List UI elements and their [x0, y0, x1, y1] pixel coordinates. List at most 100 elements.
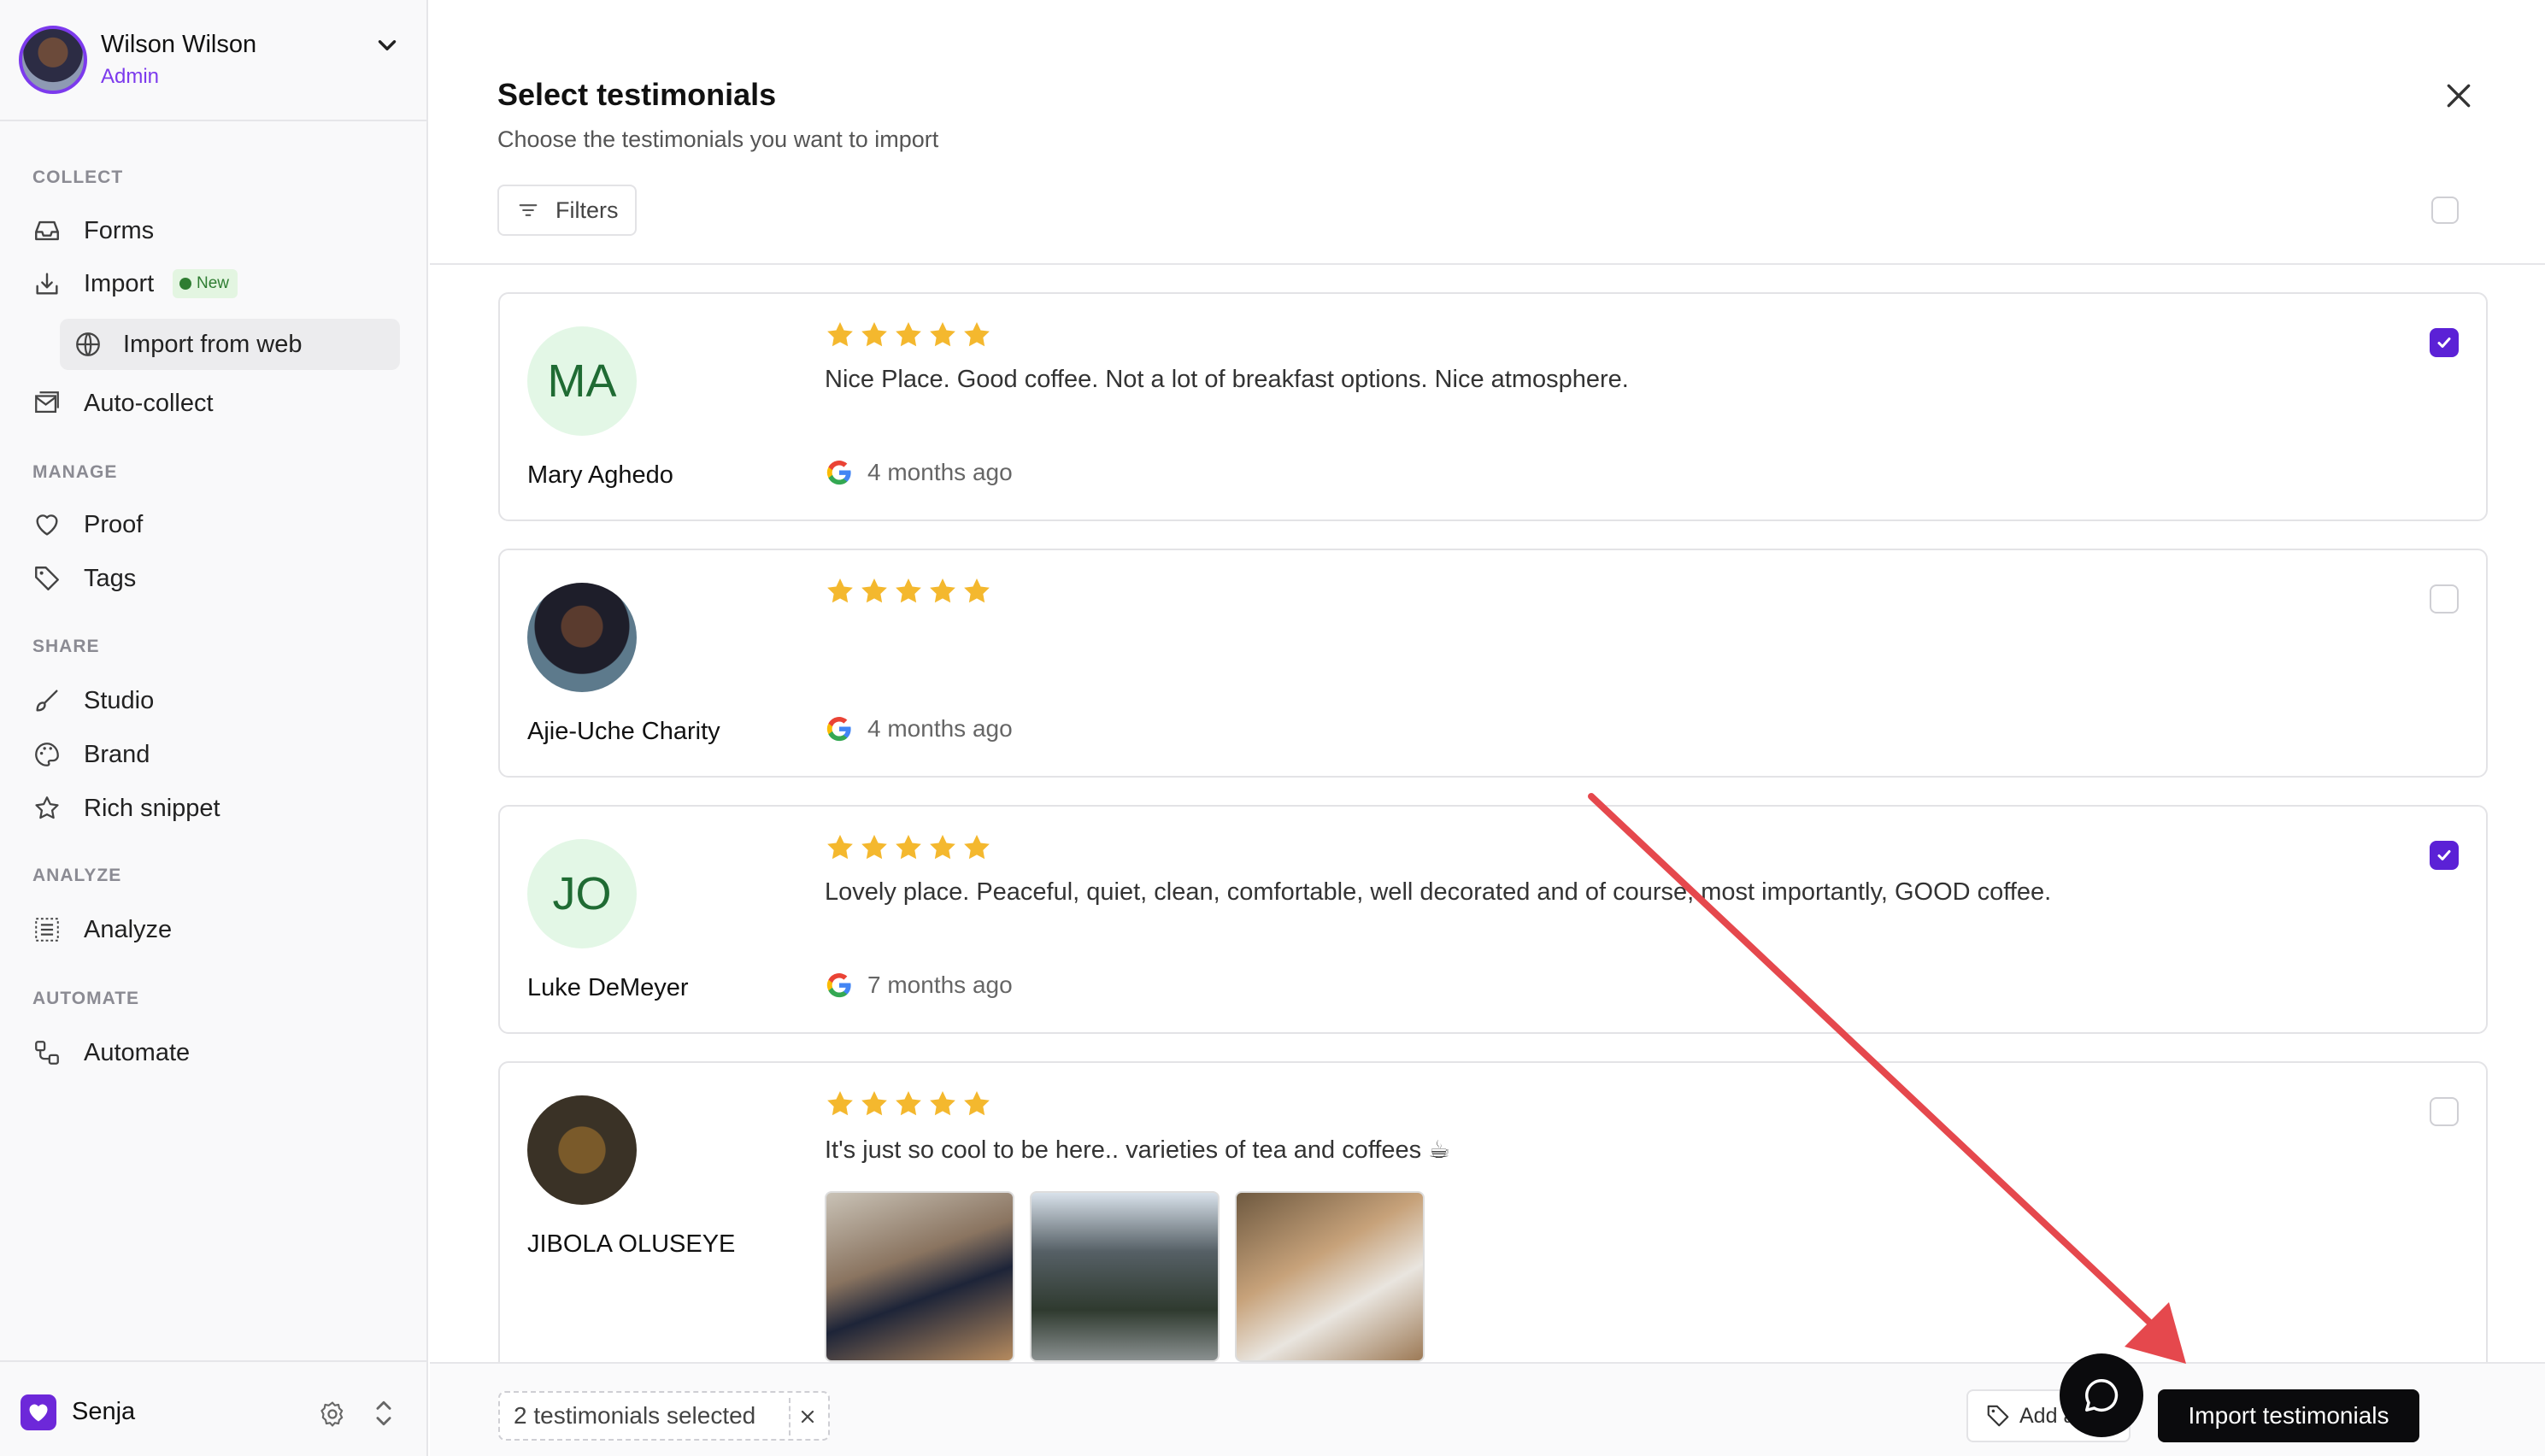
- sidebar-item-label: Analyze: [84, 915, 173, 943]
- star-icon: [827, 322, 853, 347]
- select-checkbox[interactable]: [2430, 1097, 2459, 1126]
- sidebar-item-import-from-web[interactable]: Import from web: [60, 319, 400, 370]
- avatar: JO: [527, 839, 637, 948]
- source: 4 months ago: [825, 458, 1013, 487]
- star-icon: [964, 1091, 990, 1116]
- reviewer-name: Ajie-Uche Charity: [527, 718, 720, 745]
- chevron-up-down-icon[interactable]: [369, 1396, 398, 1430]
- photo-thumbnail[interactable]: [1235, 1191, 1425, 1362]
- import-button-label: Import testimonials: [2188, 1402, 2389, 1429]
- star-icon: [861, 578, 887, 603]
- reviewer-name: Luke DeMeyer: [527, 974, 689, 1001]
- chat-support-button[interactable]: [2060, 1353, 2143, 1437]
- testimonial-card[interactable]: Ajie-Uche Charity 4 months ago: [498, 549, 2488, 778]
- divider: [789, 1398, 791, 1435]
- star-icon: [964, 835, 990, 860]
- sidebar-item-auto-collect[interactable]: Auto-collect: [32, 385, 214, 422]
- star-icon: [896, 578, 921, 603]
- list-chart-icon: [35, 918, 59, 942]
- testimonial-card[interactable]: MA Mary Aghedo Nice Place. Good coffee. …: [498, 292, 2488, 521]
- sidebar-item-label: Studio: [84, 686, 155, 714]
- close-icon[interactable]: [2442, 79, 2476, 113]
- gear-icon[interactable]: [318, 1400, 347, 1429]
- tag-icon: [35, 567, 59, 590]
- review-time: 4 months ago: [867, 715, 1013, 742]
- palette-icon: [35, 743, 59, 766]
- sidebar-item-studio[interactable]: Studio: [32, 682, 154, 719]
- sidebar-item-rich-snippet[interactable]: Rich snippet: [32, 790, 220, 827]
- star-rating: [825, 832, 996, 863]
- selection-count-pill: 2 testimonials selected: [498, 1391, 830, 1441]
- source: 7 months ago: [825, 971, 1013, 1000]
- source: 4 months ago: [825, 714, 1013, 743]
- chevron-down-icon[interactable]: [373, 31, 402, 60]
- close-icon[interactable]: [797, 1406, 818, 1427]
- sidebar-item-label: Brand: [84, 740, 150, 768]
- sidebar: Wilson Wilson Admin COLLECT Forms Import…: [0, 0, 428, 1456]
- filters-label: Filters: [555, 197, 619, 223]
- star-icon: [827, 578, 853, 603]
- review-time: 4 months ago: [867, 459, 1013, 485]
- select-all-checkbox[interactable]: [2431, 197, 2459, 224]
- download-icon: [36, 273, 58, 295]
- star-rating: [825, 320, 996, 350]
- sidebar-item-forms[interactable]: Forms: [32, 212, 154, 250]
- review-time: 7 months ago: [867, 972, 1013, 998]
- testimonial-text: It's just so cool to be here.. varieties…: [825, 1136, 1451, 1164]
- sidebar-item-tags[interactable]: Tags: [32, 560, 136, 597]
- google-icon: [826, 717, 851, 742]
- star-icon: [35, 796, 59, 819]
- avatar: [527, 583, 637, 692]
- sidebar-item-brand[interactable]: Brand: [32, 736, 150, 773]
- sidebar-item-import[interactable]: Import: [32, 265, 154, 302]
- new-badge: New: [173, 269, 238, 298]
- chat-bubble-icon: [2085, 1379, 2119, 1412]
- star-icon: [930, 1091, 955, 1116]
- section-automate: AUTOMATE: [32, 989, 140, 1008]
- attached-photos: [825, 1191, 1440, 1362]
- testimonial-card[interactable]: JIBOLA OLUSEYE It's just so cool to be h…: [498, 1061, 2488, 1362]
- workspace-name: Senja: [72, 1398, 136, 1425]
- check-icon: [2437, 850, 2451, 860]
- section-manage: MANAGE: [32, 462, 118, 482]
- google-icon: [826, 461, 851, 485]
- select-checkbox[interactable]: [2430, 841, 2459, 870]
- selection-bar: 2 testimonials selected Add a tag Import…: [430, 1362, 2545, 1456]
- dialog-title: Select testimonials: [497, 77, 777, 112]
- testimonial-list[interactable]: MA Mary Aghedo Nice Place. Good coffee. …: [430, 265, 2545, 1362]
- filters-button[interactable]: Filters: [497, 185, 637, 236]
- sidebar-item-analyze[interactable]: Analyze: [32, 911, 172, 948]
- user-menu[interactable]: Wilson Wilson Admin: [0, 0, 428, 121]
- select-checkbox[interactable]: [2430, 328, 2459, 357]
- testimonial-card[interactable]: JO Luke DeMeyer Lovely place. Peaceful, …: [498, 805, 2488, 1034]
- sidebar-item-label: Forms: [84, 216, 155, 244]
- section-collect: COLLECT: [32, 167, 124, 187]
- user-name: Wilson Wilson: [101, 31, 257, 58]
- google-icon: [826, 973, 851, 998]
- sidebar-item-label: Import from web: [123, 330, 303, 358]
- workflow-icon: [35, 1041, 59, 1065]
- sidebar-item-proof[interactable]: Proof: [32, 506, 143, 543]
- workspace-switcher[interactable]: Senja: [0, 1360, 428, 1456]
- inbox-icon: [35, 220, 59, 241]
- import-testimonials-button[interactable]: Import testimonials: [2158, 1389, 2419, 1442]
- check-icon: [2437, 338, 2451, 348]
- section-analyze: ANALYZE: [32, 866, 122, 885]
- sidebar-item-label: Import: [84, 269, 155, 297]
- photo-thumbnail[interactable]: [825, 1191, 1014, 1362]
- sidebar-item-label: Rich snippet: [84, 794, 220, 822]
- star-icon: [964, 578, 990, 603]
- star-rating: [825, 576, 996, 607]
- user-role: Admin: [101, 65, 160, 88]
- star-icon: [930, 835, 955, 860]
- avatar: MA: [527, 326, 637, 436]
- photo-thumbnail[interactable]: [1030, 1191, 1220, 1362]
- star-icon: [896, 1091, 921, 1116]
- sidebar-item-label: Proof: [84, 510, 144, 538]
- select-checkbox[interactable]: [2430, 584, 2459, 614]
- avatar: [527, 1095, 637, 1205]
- sidebar-item-automate[interactable]: Automate: [32, 1034, 190, 1071]
- dialog-subtitle: Choose the testimonials you want to impo…: [497, 126, 939, 152]
- testimonial-text: Nice Place. Good coffee. Not a lot of br…: [825, 366, 1629, 393]
- sidebar-item-label: Automate: [84, 1038, 191, 1066]
